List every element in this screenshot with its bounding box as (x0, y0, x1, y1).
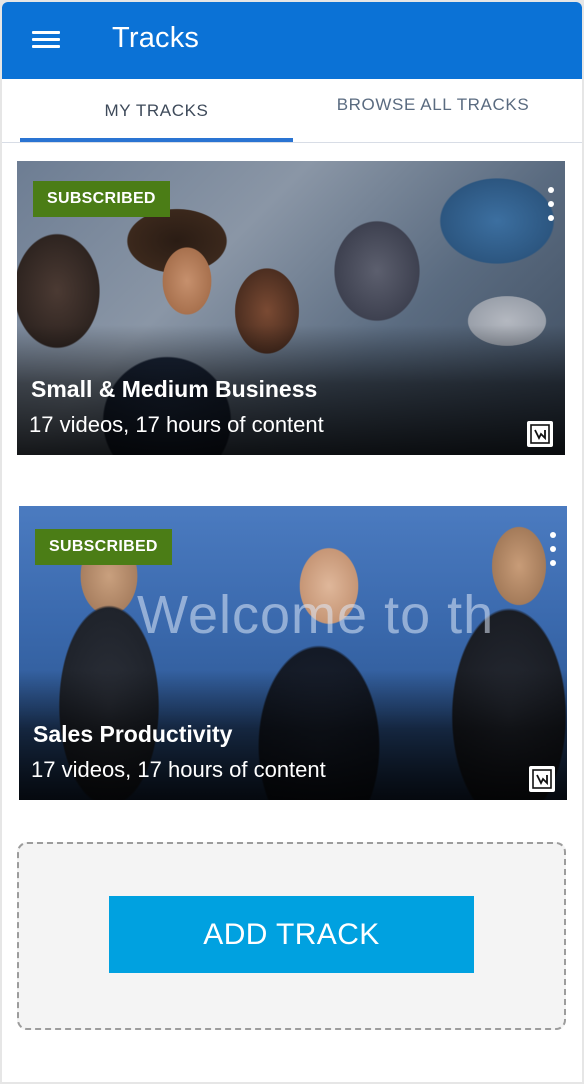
more-options-icon[interactable] (547, 532, 559, 572)
track-subtitle: 17 videos, 17 hours of content (29, 412, 324, 437)
tab-my-tracks[interactable]: MY TRACKS (20, 79, 293, 143)
track-subtitle: 17 videos, 17 hours of content (31, 757, 326, 782)
add-track-button[interactable]: ADD TRACK (109, 896, 474, 973)
trail-icon (527, 421, 553, 447)
subscribed-badge: SUBSCRIBED (33, 181, 170, 217)
track-card[interactable]: Welcome to th SUBSCRIBED Sales Productiv… (19, 506, 567, 800)
menu-icon-line (32, 45, 60, 48)
page-title: Tracks (112, 22, 200, 54)
subscribed-badge: SUBSCRIBED (35, 529, 172, 565)
add-track-area: ADD TRACK (17, 842, 566, 1030)
menu-icon-line (32, 38, 60, 41)
menu-icon-line (32, 31, 60, 34)
track-card[interactable]: SUBSCRIBED Small & Medium Business 17 vi… (17, 161, 565, 455)
trail-icon (529, 766, 555, 792)
app-header: Tracks (2, 2, 582, 79)
tab-bar: MY TRACKS BROWSE ALL TRACKS (2, 79, 582, 143)
track-title: Small & Medium Business (31, 376, 318, 402)
app-frame: Tracks MY TRACKS BROWSE ALL TRACKS SUBSC… (2, 2, 582, 1082)
background-banner-text: Welcome to th (137, 585, 495, 645)
tab-browse-all-tracks[interactable]: BROWSE ALL TRACKS (302, 73, 564, 137)
track-title: Sales Productivity (33, 721, 233, 747)
menu-icon[interactable] (32, 28, 60, 50)
active-tab-indicator (20, 138, 293, 142)
more-options-icon[interactable] (545, 187, 557, 227)
track-list: SUBSCRIBED Small & Medium Business 17 vi… (2, 144, 582, 1082)
